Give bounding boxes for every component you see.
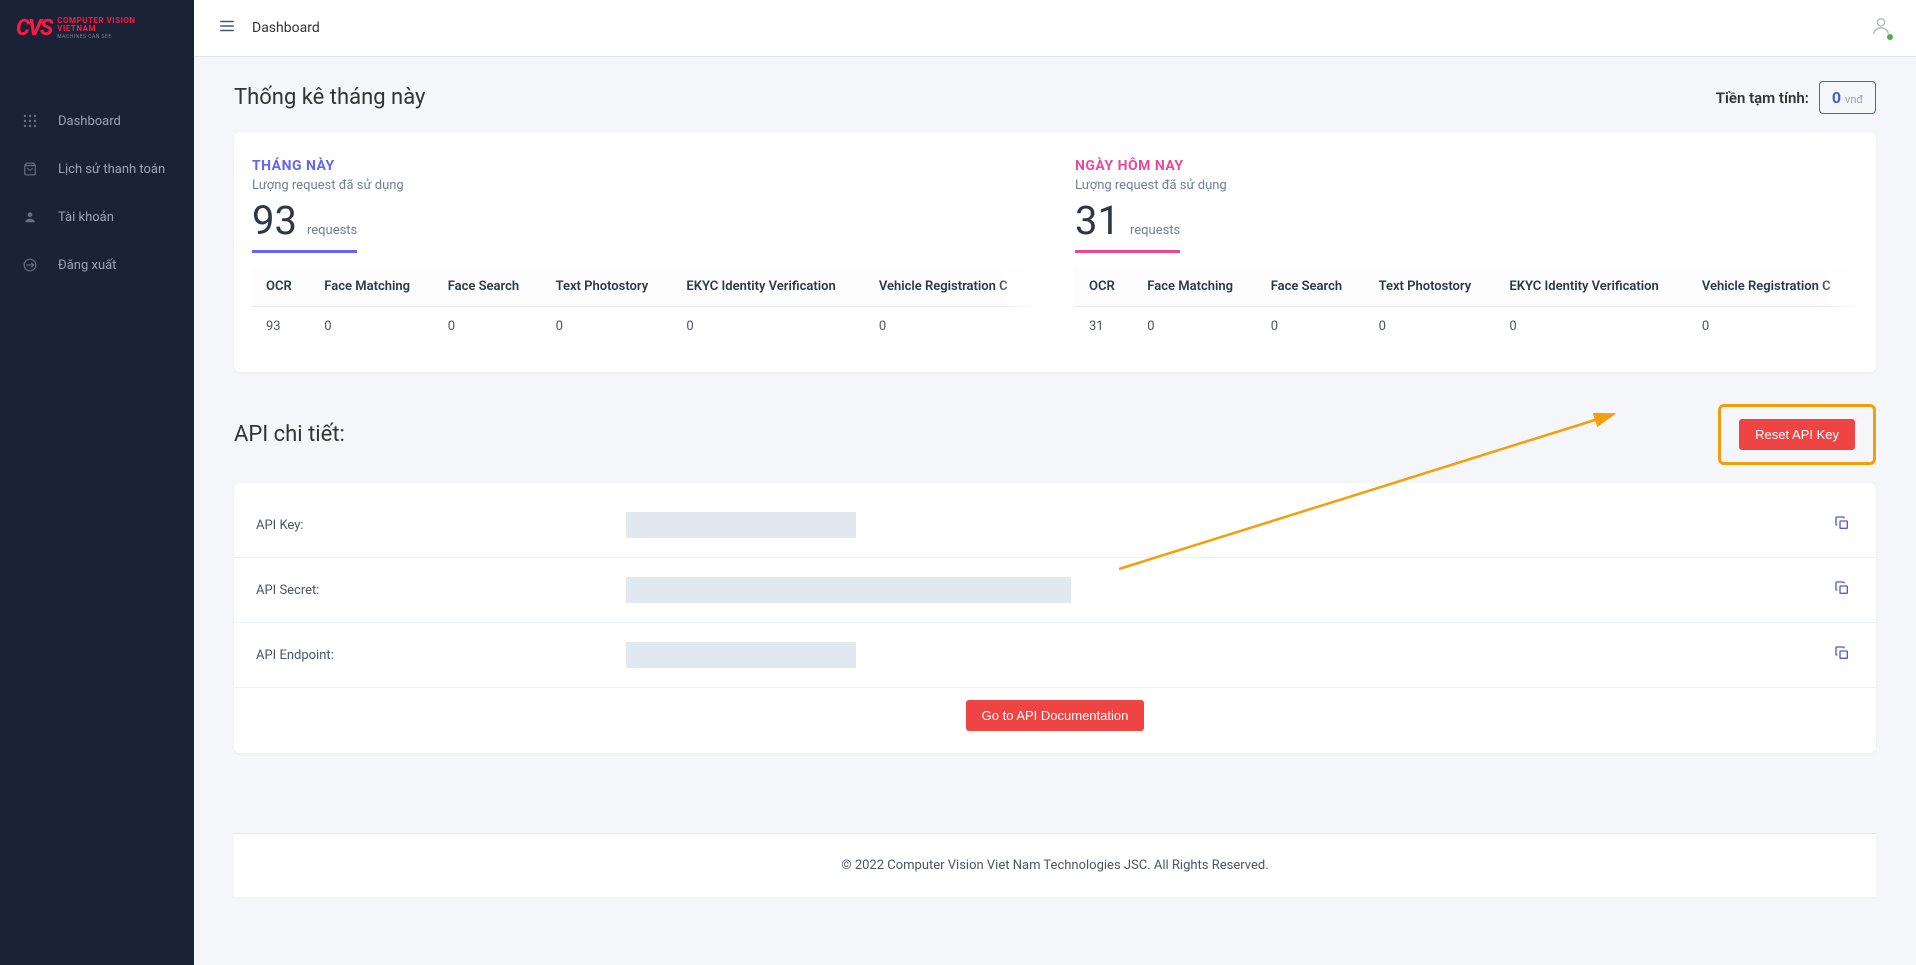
grid-icon	[20, 111, 40, 131]
table-header: OCR	[252, 267, 310, 307]
sidebar-item-account[interactable]: Tài khoản	[0, 193, 194, 241]
table-row: 31 0 0 0 0 0	[1075, 307, 1858, 347]
table-cell: 0	[542, 307, 673, 347]
table-header: Face Matching	[310, 267, 433, 307]
stat-value-today: 31	[1075, 197, 1120, 244]
table-header: Face Matching	[1133, 267, 1256, 307]
api-key-value-masked	[626, 512, 856, 538]
api-row-endpoint: API Endpoint:	[234, 623, 1876, 688]
sidebar-item-logout[interactable]: Đăng xuất	[0, 241, 194, 289]
table-header: EKYC Identity Verification	[672, 267, 864, 307]
table-header: Text Photostory	[1365, 267, 1496, 307]
table-header: Face Search	[1257, 267, 1365, 307]
api-details-card: API Key: API Secret: API Endpoint:	[234, 483, 1876, 753]
copy-api-key-button[interactable]	[1830, 511, 1854, 539]
online-indicator-icon	[1886, 33, 1894, 41]
stat-title-today: NGÀY HÔM NAY	[1075, 158, 1858, 174]
sidebar-item-label: Lịch sử thanh toán	[58, 162, 165, 177]
stat-table-today: OCR Face Matching Face Search Text Photo…	[1075, 267, 1858, 346]
table-cell: 93	[252, 307, 310, 347]
copy-api-endpoint-button[interactable]	[1830, 641, 1854, 669]
stat-value-month: 93	[252, 197, 297, 244]
stat-block-today: NGÀY HÔM NAY Lượng request đã sử dụng 31…	[1075, 158, 1858, 346]
table-cell: 0	[1688, 307, 1858, 347]
table-header: Face Search	[434, 267, 542, 307]
stat-unit-today: requests	[1130, 223, 1180, 238]
reset-button-highlight: Reset API Key	[1718, 404, 1876, 465]
stat-unit-month: requests	[307, 223, 357, 238]
api-documentation-button[interactable]: Go to API Documentation	[966, 700, 1145, 731]
reset-api-key-button[interactable]: Reset API Key	[1739, 419, 1855, 450]
balance-unit: vnđ	[1845, 93, 1863, 106]
table-cell: 0	[1365, 307, 1496, 347]
section-title-api: API chi tiết:	[234, 422, 345, 447]
sidebar-item-label: Tài khoản	[58, 210, 114, 225]
table-header: EKYC Identity Verification	[1495, 267, 1687, 307]
table-header: OCR	[1075, 267, 1133, 307]
table-header: Vehicle Registration C	[865, 267, 1035, 307]
copy-api-secret-button[interactable]	[1830, 576, 1854, 604]
bag-icon	[20, 159, 40, 179]
stats-card: THÁNG NÀY Lượng request đã sử dụng 93 re…	[234, 132, 1876, 372]
stat-subtitle-today: Lượng request đã sử dụng	[1075, 178, 1858, 193]
balance-label: Tiền tạm tính:	[1716, 89, 1809, 107]
user-icon	[20, 207, 40, 227]
api-row-key: API Key:	[234, 493, 1876, 558]
balance-box: 0 vnđ	[1819, 81, 1876, 114]
table-cell: 0	[1257, 307, 1365, 347]
api-secret-value-masked	[626, 577, 1071, 603]
sidebar-item-dashboard[interactable]: Dashboard	[0, 97, 194, 145]
sidebar-item-label: Đăng xuất	[58, 258, 116, 273]
user-avatar[interactable]	[1870, 15, 1892, 41]
stat-table-month: OCR Face Matching Face Search Text Photo…	[252, 267, 1035, 346]
balance-display: Tiền tạm tính: 0 vnđ	[1716, 81, 1876, 114]
api-endpoint-label: API Endpoint:	[256, 648, 626, 663]
page-title: Dashboard	[252, 20, 320, 36]
logo-mark: CVS	[16, 16, 51, 41]
sidebar-item-label: Dashboard	[58, 114, 121, 129]
sidebar: CVS COMPUTER VISION VIETNAM MACHINES CAN…	[0, 0, 194, 965]
table-cell: 0	[1133, 307, 1256, 347]
stat-block-month: THÁNG NÀY Lượng request đã sử dụng 93 re…	[252, 158, 1035, 346]
api-secret-label: API Secret:	[256, 583, 626, 598]
table-cell: 0	[672, 307, 864, 347]
footer-text: © 2022 Computer Vision Viet Nam Technolo…	[841, 858, 1268, 873]
footer: © 2022 Computer Vision Viet Nam Technolo…	[234, 833, 1876, 897]
stat-title-month: THÁNG NÀY	[252, 158, 1035, 174]
api-key-label: API Key:	[256, 518, 626, 533]
balance-value: 0	[1832, 88, 1841, 107]
topbar: Dashboard	[194, 0, 1916, 57]
table-header: Vehicle Registration C	[1688, 267, 1858, 307]
logo-tagline: MACHINES CAN SEE	[57, 35, 135, 40]
table-cell: 0	[1495, 307, 1687, 347]
sidebar-nav: Dashboard Lịch sử thanh toán Tài khoản Đ…	[0, 57, 194, 289]
table-cell: 0	[865, 307, 1035, 347]
section-title-stats: Thống kê tháng này	[234, 85, 425, 110]
table-header: Text Photostory	[542, 267, 673, 307]
logo[interactable]: CVS COMPUTER VISION VIETNAM MACHINES CAN…	[0, 0, 194, 57]
table-cell: 0	[434, 307, 542, 347]
table-cell: 31	[1075, 307, 1133, 347]
api-endpoint-value-masked	[626, 642, 856, 668]
logo-line2: VIETNAM	[57, 25, 135, 33]
api-row-secret: API Secret:	[234, 558, 1876, 623]
sidebar-item-payment-history[interactable]: Lịch sử thanh toán	[0, 145, 194, 193]
menu-toggle-icon[interactable]	[218, 17, 236, 39]
table-row: 93 0 0 0 0 0	[252, 307, 1035, 347]
stat-subtitle-month: Lượng request đã sử dụng	[252, 178, 1035, 193]
table-cell: 0	[310, 307, 433, 347]
logout-icon	[20, 255, 40, 275]
